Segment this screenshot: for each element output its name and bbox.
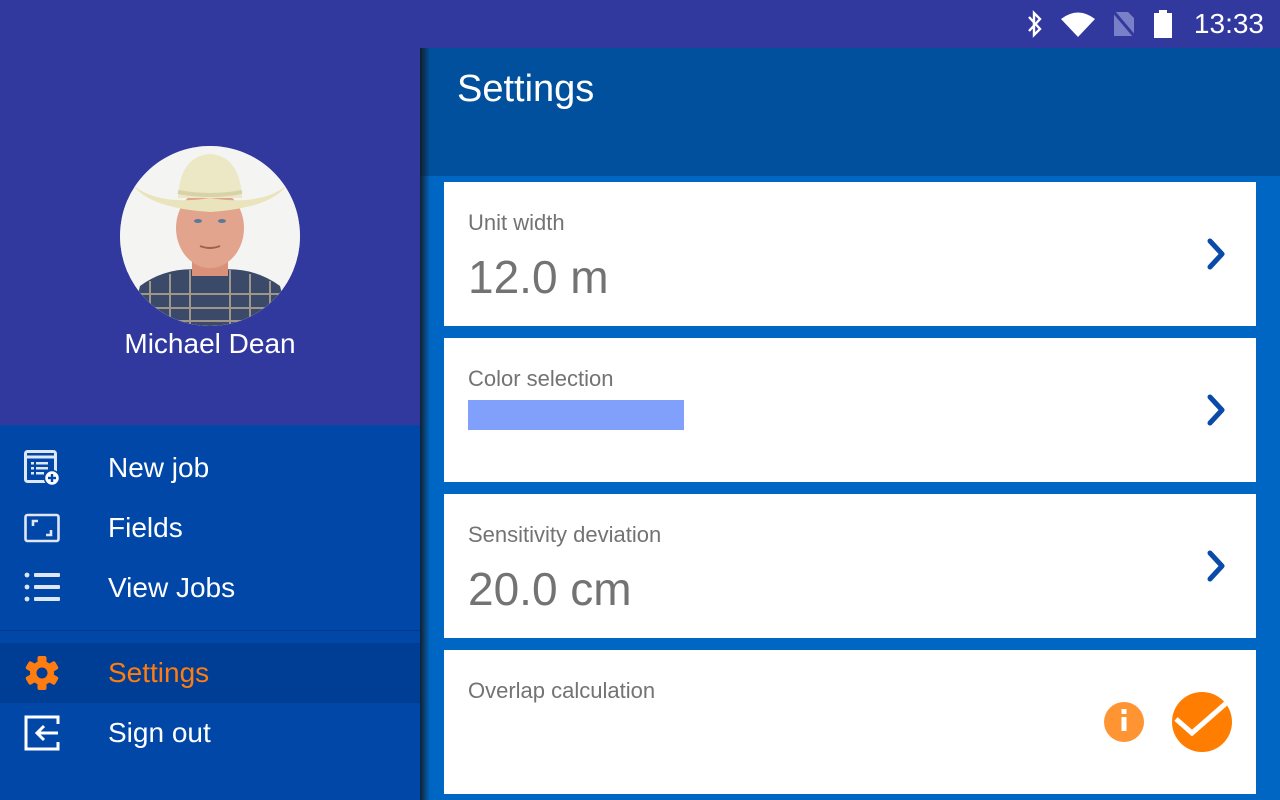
setting-value: 12.0 m [468,251,609,303]
app-bar: Settings [420,48,1280,176]
user-name: Michael Dean [124,328,296,359]
list-icon [24,570,60,606]
status-icons: 13:33 [1024,0,1264,48]
page-title: Settings [457,68,595,110]
nav-item-sign-out[interactable]: Sign out [0,703,420,763]
nav-item-fields[interactable]: Fields [0,498,420,558]
clock: 13:33 [1193,8,1264,39]
check-icon [1172,696,1232,752]
chevron-right-icon[interactable] [1200,546,1232,586]
fields-icon [24,510,60,546]
setting-value: 20.0 cm [468,563,632,615]
nav-item-settings[interactable]: Settings [0,643,420,703]
avatar[interactable] [120,146,300,326]
main-content: Settings Unit width 12.0 m Color selecti… [420,48,1280,800]
nav-item-new-job[interactable]: New job [0,438,420,498]
battery-icon [1152,9,1174,39]
bluetooth-icon [1024,9,1046,39]
info-button[interactable] [1104,702,1144,742]
drawer-nav: New job Fields View Jobs Settings Sign o… [0,438,420,763]
setting-label: Unit width [468,210,565,235]
navigation-drawer: Michael Dean New job Fields View Jobs Se… [0,48,420,800]
no-sim-icon [1110,9,1138,39]
gear-icon [24,655,60,691]
nav-item-view-jobs[interactable]: View Jobs [0,558,420,618]
nav-label: New job [108,452,210,483]
nav-divider [0,630,420,631]
new-job-icon [24,450,61,487]
status-bar: 13:33 [0,0,1280,48]
nav-label: Fields [108,512,183,543]
setting-color-selection[interactable]: Color selection [444,338,1256,482]
setting-label: Overlap calculation [468,678,656,703]
nav-label: Settings [108,657,210,688]
wifi-icon [1060,10,1096,38]
setting-label: Color selection [468,366,614,391]
nav-label: Sign out [108,717,211,748]
setting-overlap-calculation: Overlap calculation [444,650,1256,794]
nav-label: View Jobs [108,572,236,603]
info-icon [1119,708,1129,737]
drawer-header: Michael Dean [0,48,420,425]
overlap-checkbox[interactable] [1172,692,1232,752]
setting-unit-width[interactable]: Unit width 12.0 m [444,182,1256,326]
setting-label: Sensitivity deviation [468,522,662,547]
chevron-right-icon[interactable] [1200,234,1232,274]
color-swatch[interactable] [468,400,684,430]
chevron-right-icon[interactable] [1200,390,1232,430]
setting-sensitivity-deviation[interactable]: Sensitivity deviation 20.0 cm [444,494,1256,638]
sign-out-icon [24,715,60,751]
